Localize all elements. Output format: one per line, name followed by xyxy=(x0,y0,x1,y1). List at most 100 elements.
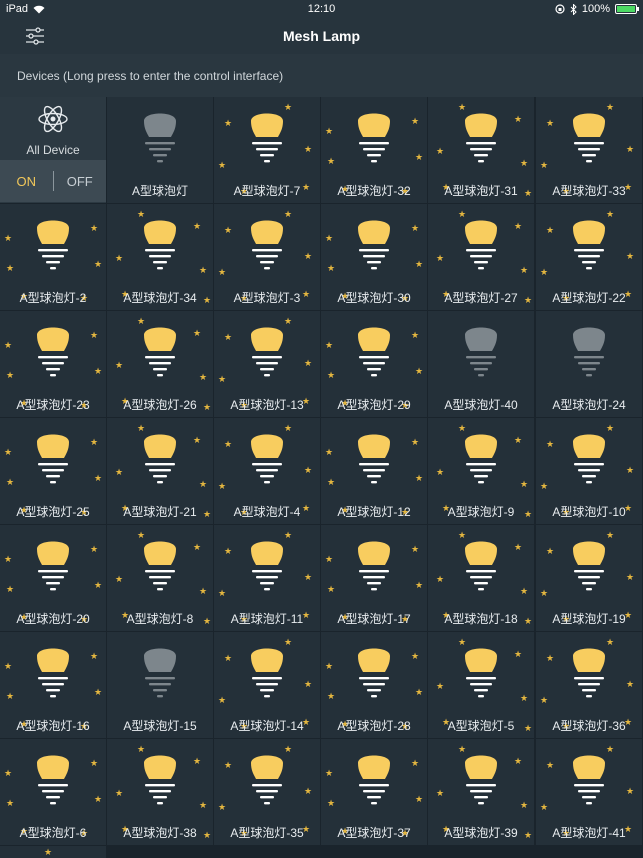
star-icon: ★ xyxy=(514,542,523,552)
device-cell[interactable]: ★ ★ ★ ★ ★ ★ A型球泡灯-5 xyxy=(428,632,534,738)
star-icon: ★ xyxy=(546,760,555,770)
all-device-cell[interactable]: All Device ON OFF xyxy=(0,97,106,203)
device-name: A型球泡灯-9 xyxy=(447,505,515,519)
star-icon: ★ xyxy=(626,251,635,261)
all-on-button[interactable]: ON xyxy=(0,174,53,189)
device-cell[interactable]: ★ ★ ★ ★ ★ ★ A型球泡灯-3 xyxy=(214,204,320,310)
bulb-on-icon xyxy=(461,216,501,274)
device-cell[interactable]: ★ ★ ★ ★ ★ ★ A型球泡灯-20 xyxy=(0,525,106,631)
bulb-off-icon xyxy=(569,323,609,381)
device-cell[interactable]: ★ ★ ★ ★ ★ ★ A型球泡灯-28 xyxy=(321,632,427,738)
star-icon: ★ xyxy=(90,544,99,554)
device-cell[interactable]: ★ ★ ★ ★ ★ ★ A型球泡灯-19 xyxy=(536,525,642,631)
star-icon: ★ xyxy=(514,114,523,124)
star-icon: ★ xyxy=(224,760,233,770)
star-icon: ★ xyxy=(94,259,103,269)
all-off-button[interactable]: OFF xyxy=(53,174,106,189)
device-cell[interactable]: ★ ★ ★ ★ ★ ★ A型球泡灯-6 xyxy=(0,739,106,845)
device-cell[interactable]: ★ ★ ★ ★ ★ ★ A型球泡灯-38 xyxy=(107,739,213,845)
star-icon: ★ xyxy=(44,847,53,857)
star-icon: ★ xyxy=(411,544,420,554)
device-cell[interactable]: ★ ★ ★ ★ ★ ★ A型球泡灯-4 xyxy=(214,418,320,524)
star-icon: ★ xyxy=(224,439,233,449)
star-icon: ★ xyxy=(6,584,15,594)
device-cell[interactable]: ★ ★ ★ ★ ★ ★ A型球泡灯-35 xyxy=(214,739,320,845)
device-cell[interactable]: A型球泡灯-15 xyxy=(107,632,213,738)
star-icon: ★ xyxy=(327,691,336,701)
device-name: A型球泡灯-2 xyxy=(19,291,87,305)
device-cell[interactable]: ★ ★ ★ ★ ★ ★ A型球泡灯-29 xyxy=(321,311,427,417)
device-cell[interactable]: ★ ★ ★ ★ ★ ★ A型球泡灯-41 xyxy=(536,739,642,845)
device-cell[interactable]: ★ ★ ★ ★ ★ ★ A型球泡灯-13 xyxy=(214,311,320,417)
star-icon: ★ xyxy=(626,679,635,689)
device-name: A型球泡灯-34 xyxy=(123,291,197,305)
atom-icon xyxy=(38,105,68,133)
star-icon: ★ xyxy=(415,687,424,697)
device-cell[interactable]: ★ ★ ★ ★ ★ ★ A型球泡灯-27 xyxy=(428,204,534,310)
device-cell[interactable]: ★ ★ ★ ★ ★ ★ A型球泡灯-39 xyxy=(428,739,534,845)
device-cell[interactable]: ★ ★ ★ ★ ★ ★ A型球泡灯-14 xyxy=(214,632,320,738)
device-cell[interactable]: ★ ★ ★ ★ ★ ★ A型球泡灯-32 xyxy=(321,97,427,203)
device-cell[interactable]: ★ ★ ★ ★ ★ ★ A型球泡灯-33 xyxy=(536,97,642,203)
star-icon: ★ xyxy=(218,374,227,384)
device-cell[interactable]: ★ ★ ★ ★ ★ ★ A型球泡灯-8 xyxy=(107,525,213,631)
device-name: A型球泡灯-30 xyxy=(337,291,411,305)
device-cell[interactable]: ★ ★ ★ ★ ★ ★ A型球泡灯-2 xyxy=(0,204,106,310)
device-cell[interactable]: ★ ★ ★ ★ ★ ★ A型球泡灯-26 xyxy=(107,311,213,417)
star-icon: ★ xyxy=(327,584,336,594)
star-icon: ★ xyxy=(546,225,555,235)
star-icon: ★ xyxy=(94,473,103,483)
all-device-label: All Device xyxy=(26,143,80,157)
device-cell[interactable]: ★ ★ ★ ★ ★ ★ A型球泡灯-17 xyxy=(321,525,427,631)
status-time: 12:10 xyxy=(307,3,336,15)
device-cell[interactable]: ★ ★ ★ ★ ★ ★ A型球泡灯-11 xyxy=(214,525,320,631)
star-icon: ★ xyxy=(325,661,334,671)
bulb-on-icon xyxy=(354,537,394,595)
star-icon: ★ xyxy=(540,588,549,598)
device-name: A型球泡灯-14 xyxy=(230,719,304,733)
star-icon: ★ xyxy=(436,467,445,477)
bulb-on-icon xyxy=(247,323,287,381)
device-cell[interactable]: ★ ★ ★ ★ ★ ★ A型球泡灯-12 xyxy=(321,418,427,524)
star-icon: ★ xyxy=(4,661,13,671)
device-cell[interactable]: A型球泡灯-40 xyxy=(428,311,534,417)
bulb-on-icon xyxy=(569,430,609,488)
star-icon: ★ xyxy=(540,802,549,812)
device-cell[interactable]: ★ ★ ★ ★ ★ ★ A型球泡灯-34 xyxy=(107,204,213,310)
device-cell[interactable]: ★ ★ ★ ★ ★ ★ A型球泡灯-36 xyxy=(536,632,642,738)
device-name: A型球泡灯-32 xyxy=(337,184,411,198)
device-cell[interactable]: ★ ★ ★ ★ ★ ★ A型球泡灯-31 xyxy=(428,97,534,203)
device-name: A型球泡灯-17 xyxy=(337,612,411,626)
device-name: A型球泡灯-35 xyxy=(230,826,304,840)
device-cell[interactable]: ★ ★ ★ ★ ★ ★ A型球泡灯-16 xyxy=(0,632,106,738)
bulb-on-icon xyxy=(461,644,501,702)
device-cell[interactable]: ★ ★ ★ ★ ★ ★ A型球泡灯-18 xyxy=(428,525,534,631)
device-cell[interactable]: ★ ★ ★ ★ ★ ★ A型球泡灯-25 xyxy=(0,418,106,524)
star-icon: ★ xyxy=(115,360,124,370)
star-icon: ★ xyxy=(199,800,208,810)
star-icon: ★ xyxy=(540,160,549,170)
star-icon: ★ xyxy=(325,340,334,350)
star-icon: ★ xyxy=(304,251,313,261)
star-icon: ★ xyxy=(436,146,445,156)
device-cell[interactable]: A型球泡灯 xyxy=(107,97,213,203)
bulb-on-icon xyxy=(569,644,609,702)
device-cell[interactable]: ★ ★ ★ ★ ★ ★ A型球泡灯-30 xyxy=(321,204,427,310)
device-cell[interactable]: ★ ★ ★ ★ ★ ★ A型球泡灯-7 xyxy=(214,97,320,203)
device-cell[interactable]: ★ ★ ★ ★ ★ ★ A型球泡灯-9 xyxy=(428,418,534,524)
star-icon: ★ xyxy=(514,435,523,445)
star-icon: ★ xyxy=(115,253,124,263)
star-icon: ★ xyxy=(193,328,202,338)
device-cell[interactable]: ★ ★ ★ ★ ★ ★ A型球泡灯-23 xyxy=(0,311,106,417)
device-cell[interactable]: ★ ★ ★ ★ ★ ★ A型球泡灯-37 xyxy=(321,739,427,845)
device-cell[interactable]: ★ ★ ★ ★ ★ ★ A型球泡灯-22 xyxy=(536,204,642,310)
device-cell[interactable]: A型球泡灯-24 xyxy=(536,311,642,417)
device-cell[interactable]: ★ ★ ★ ★ ★ ★ A型球泡灯-10 xyxy=(536,418,642,524)
star-icon: ★ xyxy=(325,233,334,243)
battery-percent: 100% xyxy=(581,3,610,15)
star-icon: ★ xyxy=(218,588,227,598)
device-name: A型球泡灯-6 xyxy=(19,826,87,840)
bulb-on-icon xyxy=(140,537,180,595)
star-icon: ★ xyxy=(193,221,202,231)
device-cell[interactable]: ★ ★ ★ ★ ★ ★ A型球泡灯-21 xyxy=(107,418,213,524)
